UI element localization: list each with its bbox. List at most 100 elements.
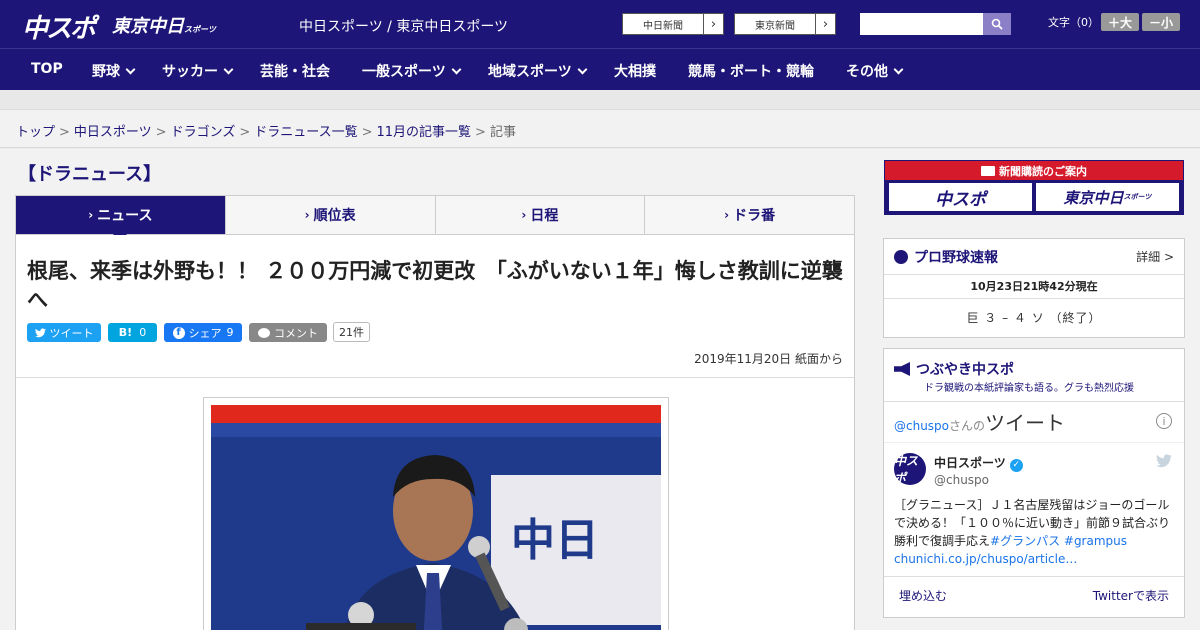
baseball-panel-title: プロ野球速報 <box>914 249 998 266</box>
search-input[interactable] <box>860 13 983 35</box>
ad-tokyo-chunichi-small: スポーツ <box>1123 193 1152 201</box>
twitter-bird-icon[interactable] <box>1156 453 1172 469</box>
hatena-b-icon: B! <box>118 326 133 339</box>
avatar[interactable]: 中スポ <box>894 453 926 485</box>
article-photo[interactable]: 中日 <box>211 405 661 630</box>
hatena-bookmark-button[interactable]: B! 0 <box>108 323 157 342</box>
chevron-right-icon: › <box>88 208 94 222</box>
nav-item-soccer[interactable]: サッカー <box>162 61 234 81</box>
chevron-down-icon <box>577 64 588 75</box>
nav-item-label: 競馬・ボート・競輪 <box>688 64 814 80</box>
nav-item-label: TOP <box>31 61 63 77</box>
baseball-detail-link[interactable]: 詳細 > <box>1136 248 1174 265</box>
chevron-down-icon <box>125 64 136 75</box>
twitter-panel-title: つぶやき中スポ <box>894 359 1014 379</box>
chevron-right-icon: › <box>703 14 723 34</box>
main-nav: TOP 野球 サッカー 芸能・社会 一般スポーツ 地域スポーツ 大相撲 競馬・ボ… <box>0 48 1200 90</box>
search-button[interactable] <box>983 13 1011 35</box>
search-icon <box>991 18 1003 30</box>
twitter-timeline-header: @chuspoさんのツイート <box>894 407 1065 436</box>
twitter-handle-link[interactable]: @chuspo <box>894 419 949 433</box>
font-smaller-button[interactable]: －小 <box>1142 13 1180 31</box>
nav-item-sumo[interactable]: 大相撲 <box>614 61 656 81</box>
facebook-count: 9 <box>226 326 234 339</box>
tokyo-chunichi-logo-small: スポーツ <box>184 25 216 34</box>
tab-label: 日程 <box>530 208 559 224</box>
facebook-share-label: シェア <box>188 326 222 340</box>
chevron-right-icon: › <box>304 208 310 222</box>
chevron-right-icon: › <box>815 14 835 34</box>
tab-news[interactable]: › ニュース <box>16 196 226 241</box>
breadcrumb-november-list[interactable]: 11月の記事一覧 <box>377 125 472 140</box>
top-header: 中スポ 東京中日スポーツ 中日スポーツ / 東京中日スポーツ 中日新聞 › 東京… <box>0 0 1200 48</box>
tokyo-shimbun-link[interactable]: 東京新聞 › <box>734 13 836 35</box>
press-conference-photo: 中日 <box>211 405 661 630</box>
ad-chuspo-logo[interactable]: 中スポ <box>889 183 1032 211</box>
chunichi-shimbun-label: 中日新聞 <box>643 20 683 32</box>
speech-bubble-icon <box>258 327 270 338</box>
dragons-tabs: › ニュース › 順位表 › 日程 › ドラ番 <box>15 195 855 241</box>
game-score[interactable]: 巨 ３ – ４ ソ （終了） <box>884 299 1184 337</box>
tweet-link[interactable]: chunichi.co.jp/chuspo/article… <box>894 552 1077 566</box>
twitter-account-name-text: 中日スポーツ <box>934 456 1006 470</box>
twitter-account-handle[interactable]: @chuspo <box>934 473 989 487</box>
baseball-score-panel: プロ野球速報 詳細 > 10月23日21時42分現在 巨 ３ – ４ ソ （終了… <box>883 238 1185 338</box>
photo-sign-text: 中日 <box>511 515 599 566</box>
twitter-timeline-title: ツイート <box>985 411 1066 435</box>
tweet-button[interactable]: ツイート <box>27 323 101 342</box>
twitter-timeline-divider <box>884 442 1184 443</box>
chevron-right-icon: › <box>521 208 527 222</box>
view-on-twitter-link[interactable]: Twitterで表示 <box>1093 587 1169 604</box>
tweet-label: ツイート <box>49 326 94 340</box>
tokyo-chunichi-logo-text: 東京中日 <box>112 16 184 37</box>
twitter-panel: つぶやき中スポ ドラ観戦の本紙評論家も語る。グラも熱烈応援 @chuspoさんの… <box>883 348 1185 618</box>
breadcrumb-chunichi-sports[interactable]: 中日スポーツ <box>74 125 152 140</box>
info-icon[interactable]: i <box>1156 413 1172 429</box>
nav-item-local-sports[interactable]: 地域スポーツ <box>488 61 588 81</box>
comment-label: コメント <box>274 326 318 340</box>
breadcrumb-dragons[interactable]: ドラゴンズ <box>171 125 236 140</box>
nav-item-entertainment[interactable]: 芸能・社会 <box>260 61 330 81</box>
tab-label: ニュース <box>97 208 153 224</box>
nav-item-label: 野球 <box>92 64 120 80</box>
tab-schedule[interactable]: › 日程 <box>436 196 646 234</box>
baseball-panel-header: プロ野球速報 詳細 > <box>884 239 1184 275</box>
embed-link[interactable]: 埋め込む <box>899 587 947 604</box>
tab-standings[interactable]: › 順位表 <box>226 196 436 234</box>
twitter-account-name[interactable]: 中日スポーツ ✓ <box>934 454 1023 472</box>
megaphone-icon <box>894 362 910 376</box>
breadcrumb-separator: > <box>475 125 486 140</box>
chuspo-logo[interactable]: 中スポ <box>22 8 96 45</box>
comment-button[interactable]: コメント <box>249 323 327 342</box>
article-headline: 根尾、来季は外野も！！ ２００万円減で初更改 「ふがいない１年」悔しさ教訓に逆襲… <box>27 259 843 312</box>
breadcrumb-news-list[interactable]: ドラニュース一覧 <box>254 125 357 140</box>
subscription-ad[interactable]: 新聞購読のご案内 中スポ 東京中日 スポーツ <box>884 160 1184 215</box>
verified-badge-icon: ✓ <box>1009 459 1023 472</box>
nav-item-label: 地域スポーツ <box>488 64 572 80</box>
nav-item-other[interactable]: その他 <box>846 61 904 81</box>
nav-item-label: 大相撲 <box>614 64 656 80</box>
breadcrumb-top[interactable]: トップ <box>16 125 55 140</box>
comment-count[interactable]: 21件 <box>333 322 370 342</box>
subscription-ad-title: 新聞購読のご案内 <box>885 161 1183 180</box>
font-larger-button[interactable]: ＋大 <box>1101 13 1139 31</box>
tab-dora-ban[interactable]: › ドラ番 <box>645 196 854 234</box>
tokyo-chunichi-logo[interactable]: 東京中日スポーツ <box>112 12 216 38</box>
breadcrumb-separator: > <box>239 125 251 140</box>
breadcrumb-separator: > <box>155 125 167 140</box>
twitter-panel-subtitle: ドラ観戦の本紙評論家も語る。グラも熱烈応援 <box>924 383 1134 394</box>
ad-tokyo-chunichi-logo[interactable]: 東京中日 スポーツ <box>1036 183 1179 211</box>
nav-item-top[interactable]: TOP <box>31 61 63 77</box>
article-photo-frame: 中日 <box>203 397 669 630</box>
nav-item-baseball[interactable]: 野球 <box>92 61 136 81</box>
chevron-right-icon: › <box>724 208 730 222</box>
nav-item-racing[interactable]: 競馬・ボート・競輪 <box>688 61 814 81</box>
chunichi-shimbun-link[interactable]: 中日新聞 › <box>622 13 724 35</box>
site-title[interactable]: 中日スポーツ / 東京中日スポーツ <box>299 16 508 36</box>
nav-item-general-sports[interactable]: 一般スポーツ <box>362 61 462 81</box>
article: 根尾、来季は外野も！！ ２００万円減で初更改 「ふがいない１年」悔しさ教訓に逆襲… <box>15 235 855 630</box>
newspaper-icon <box>981 165 995 176</box>
tweet-hashtags[interactable]: #グランパス #grampus <box>990 534 1127 548</box>
facebook-share-button[interactable]: f シェア 9 <box>164 323 242 342</box>
hatena-count: 0 <box>139 326 147 339</box>
